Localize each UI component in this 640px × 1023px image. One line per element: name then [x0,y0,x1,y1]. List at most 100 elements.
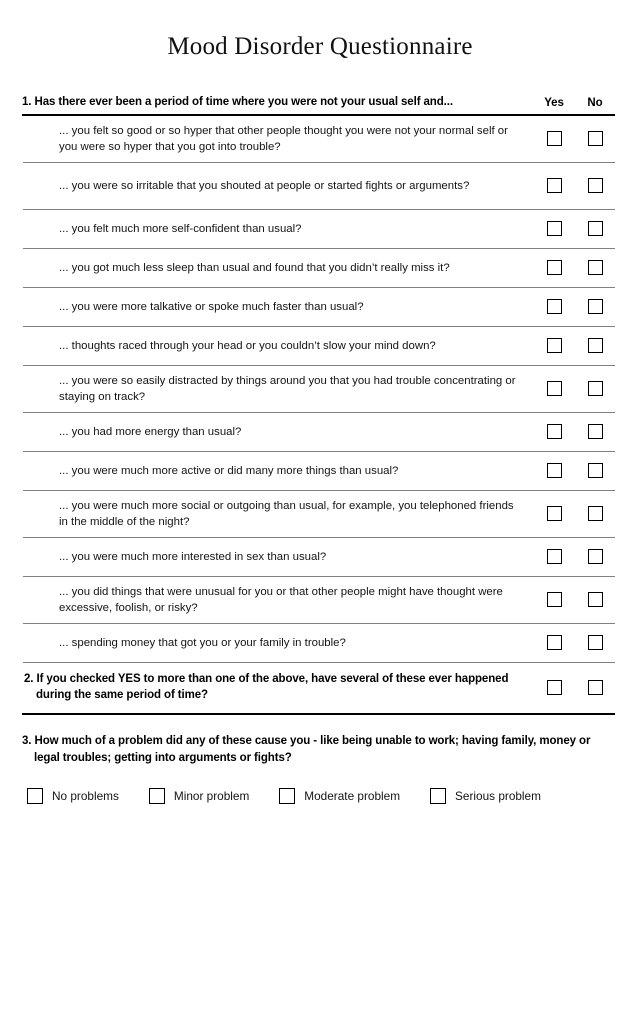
question1-item-yes-cell [533,178,575,194]
question1-item-row: ... you were much more social or outgoin… [23,491,615,537]
question2-prompt: 2. If you checked YES to more than one o… [24,673,509,701]
question1-item-no-checkbox[interactable] [587,635,603,651]
question1-item-no-checkbox[interactable] [587,424,603,440]
column-header-yes: Yes [544,96,564,109]
question3-option-label: Serious problem [455,789,541,804]
question1-item-yes-cell [533,221,575,237]
question1-item-no-cell [575,221,615,237]
question1-item-row: ... you got much less sleep than usual a… [23,249,615,287]
question1-item-yes-checkbox[interactable] [546,549,562,565]
question1-item-yes-checkbox[interactable] [546,299,562,315]
column-header-no: No [587,96,603,109]
question1-item-label: ... you were much more social or outgoin… [59,499,514,528]
question1-item-label: ... you got much less sleep than usual a… [59,261,450,274]
question1-item-label: ... you did things that were unusual for… [59,585,503,614]
question3-option-checkbox[interactable] [27,788,43,805]
question1-item-row: ... you were so irritable that you shout… [23,163,615,209]
question1-item-no-cell [575,592,615,608]
question2-no-cell [575,680,615,696]
question3-option-label: Moderate problem [304,789,401,804]
page-title: Mood Disorder Questionnaire [167,33,473,60]
question1-item-yes-checkbox[interactable] [546,463,562,479]
question3-option-label: No problems [52,789,119,804]
question1-item-no-checkbox[interactable] [587,592,603,608]
question1-item-yes-cell [533,338,575,354]
question2-yes-cell [533,680,575,696]
questionnaire-page: Mood Disorder Questionnaire 1. Has there… [0,0,640,1023]
question1-item-row: ... you were much more active or did man… [23,452,615,490]
question3-option-checkbox[interactable] [279,788,296,805]
question3-option[interactable]: Moderate problem [279,788,401,805]
question1-item-row: ... you felt much more self-confident th… [23,210,615,248]
question1-item-yes-checkbox[interactable] [546,592,562,608]
question1-item-yes-checkbox[interactable] [546,381,562,397]
question1-item-label: ... you were more talkative or spoke muc… [59,300,364,313]
question1-item-yes-cell [533,635,575,651]
question1-item-label: ... you felt so good or so hyper that ot… [59,124,508,153]
question1-item-row: ... you felt so good or so hyper that ot… [23,116,615,162]
question1-item-row: ... you were so easily distracted by thi… [23,366,615,412]
question3-option-checkbox[interactable] [430,788,447,805]
question1-item-no-checkbox[interactable] [587,299,603,315]
question3-option-label: Minor problem [173,789,250,804]
question1-item-yes-checkbox[interactable] [546,338,562,354]
question1-item-yes-checkbox[interactable] [546,506,562,522]
question3-option[interactable]: Serious problem [430,788,541,805]
question1-item-row: ... you did things that were unusual for… [23,577,615,623]
question1-item-yes-checkbox[interactable] [546,178,562,194]
question1-item-row: ... thoughts raced through your head or … [23,327,615,365]
question3-option-list: No problems Minor problem Moderate problem… [22,766,615,805]
question1-item-no-cell [575,299,615,315]
question1-item-no-checkbox[interactable] [587,131,603,147]
question1-item-label: ... you had more energy than usual? [59,425,242,438]
question1-item-no-cell [575,260,615,276]
question1-item-no-cell [575,381,615,397]
question1-header: 1. Has there ever been a period of time … [22,61,615,114]
question1-item-no-cell [575,549,615,565]
question1-item-no-checkbox[interactable] [587,221,603,237]
question1-item-yes-checkbox[interactable] [546,260,562,276]
question1-item-no-cell [575,463,615,479]
question1-item-no-checkbox[interactable] [587,549,603,565]
question1-item-no-cell [575,424,615,440]
question2-yes-checkbox[interactable] [546,680,562,696]
question1-item-no-cell [575,338,615,354]
question1-item-no-checkbox[interactable] [587,178,603,194]
question1-item-no-checkbox[interactable] [587,338,603,354]
question1-item-no-checkbox[interactable] [587,463,603,479]
question1-item-yes-cell [533,592,575,608]
question1-item-label: ... you were so easily distracted by thi… [59,374,516,403]
question1-item-yes-checkbox[interactable] [546,131,562,147]
question1-item-yes-cell [533,299,575,315]
question1-item-row: ... you were much more interested in sex… [23,538,615,576]
question1-item-label: ... you felt much more self-confident th… [59,222,302,235]
question1-item-no-checkbox[interactable] [587,381,603,397]
question1-item-yes-checkbox[interactable] [546,424,562,440]
question1-item-yes-cell [533,506,575,522]
question1-item-label: ... thoughts raced through your head or … [59,339,436,352]
question2-no-checkbox[interactable] [587,680,603,696]
question1-item-yes-cell [533,131,575,147]
question1-item-yes-cell [533,424,575,440]
question1-item-row: ... you had more energy than usual? [23,413,615,451]
question1-item-label: ... you were so irritable that you shout… [59,179,470,192]
question1-item-yes-checkbox[interactable] [546,221,562,237]
question3-option-checkbox[interactable] [148,788,165,805]
question1-item-label: ... you were much more active or did man… [59,464,399,477]
question1-item-row: ... you were more talkative or spoke muc… [23,288,615,326]
question1-item-label: ... spending money that got you or your … [59,636,346,649]
question1-item-yes-cell [533,381,575,397]
question3-option[interactable]: Minor problem [148,788,250,805]
question1-item-yes-cell [533,260,575,276]
question1-item-no-checkbox[interactable] [587,506,603,522]
question1-prompt: 1. Has there ever been a period of time … [22,95,453,108]
question1-item-no-checkbox[interactable] [587,260,603,276]
question2-row: 2. If you checked YES to more than one o… [23,663,615,713]
question1-item-row: ... spending money that got you or your … [23,624,615,662]
question3-block: 3. How much of a problem did any of thes… [22,715,615,805]
question3-prompt: 3. How much of a problem did any of thes… [22,734,591,764]
question1-item-yes-cell [533,549,575,565]
question1-item-no-cell [575,178,615,194]
question1-item-yes-checkbox[interactable] [546,635,562,651]
question3-option[interactable]: No problems [27,788,119,805]
